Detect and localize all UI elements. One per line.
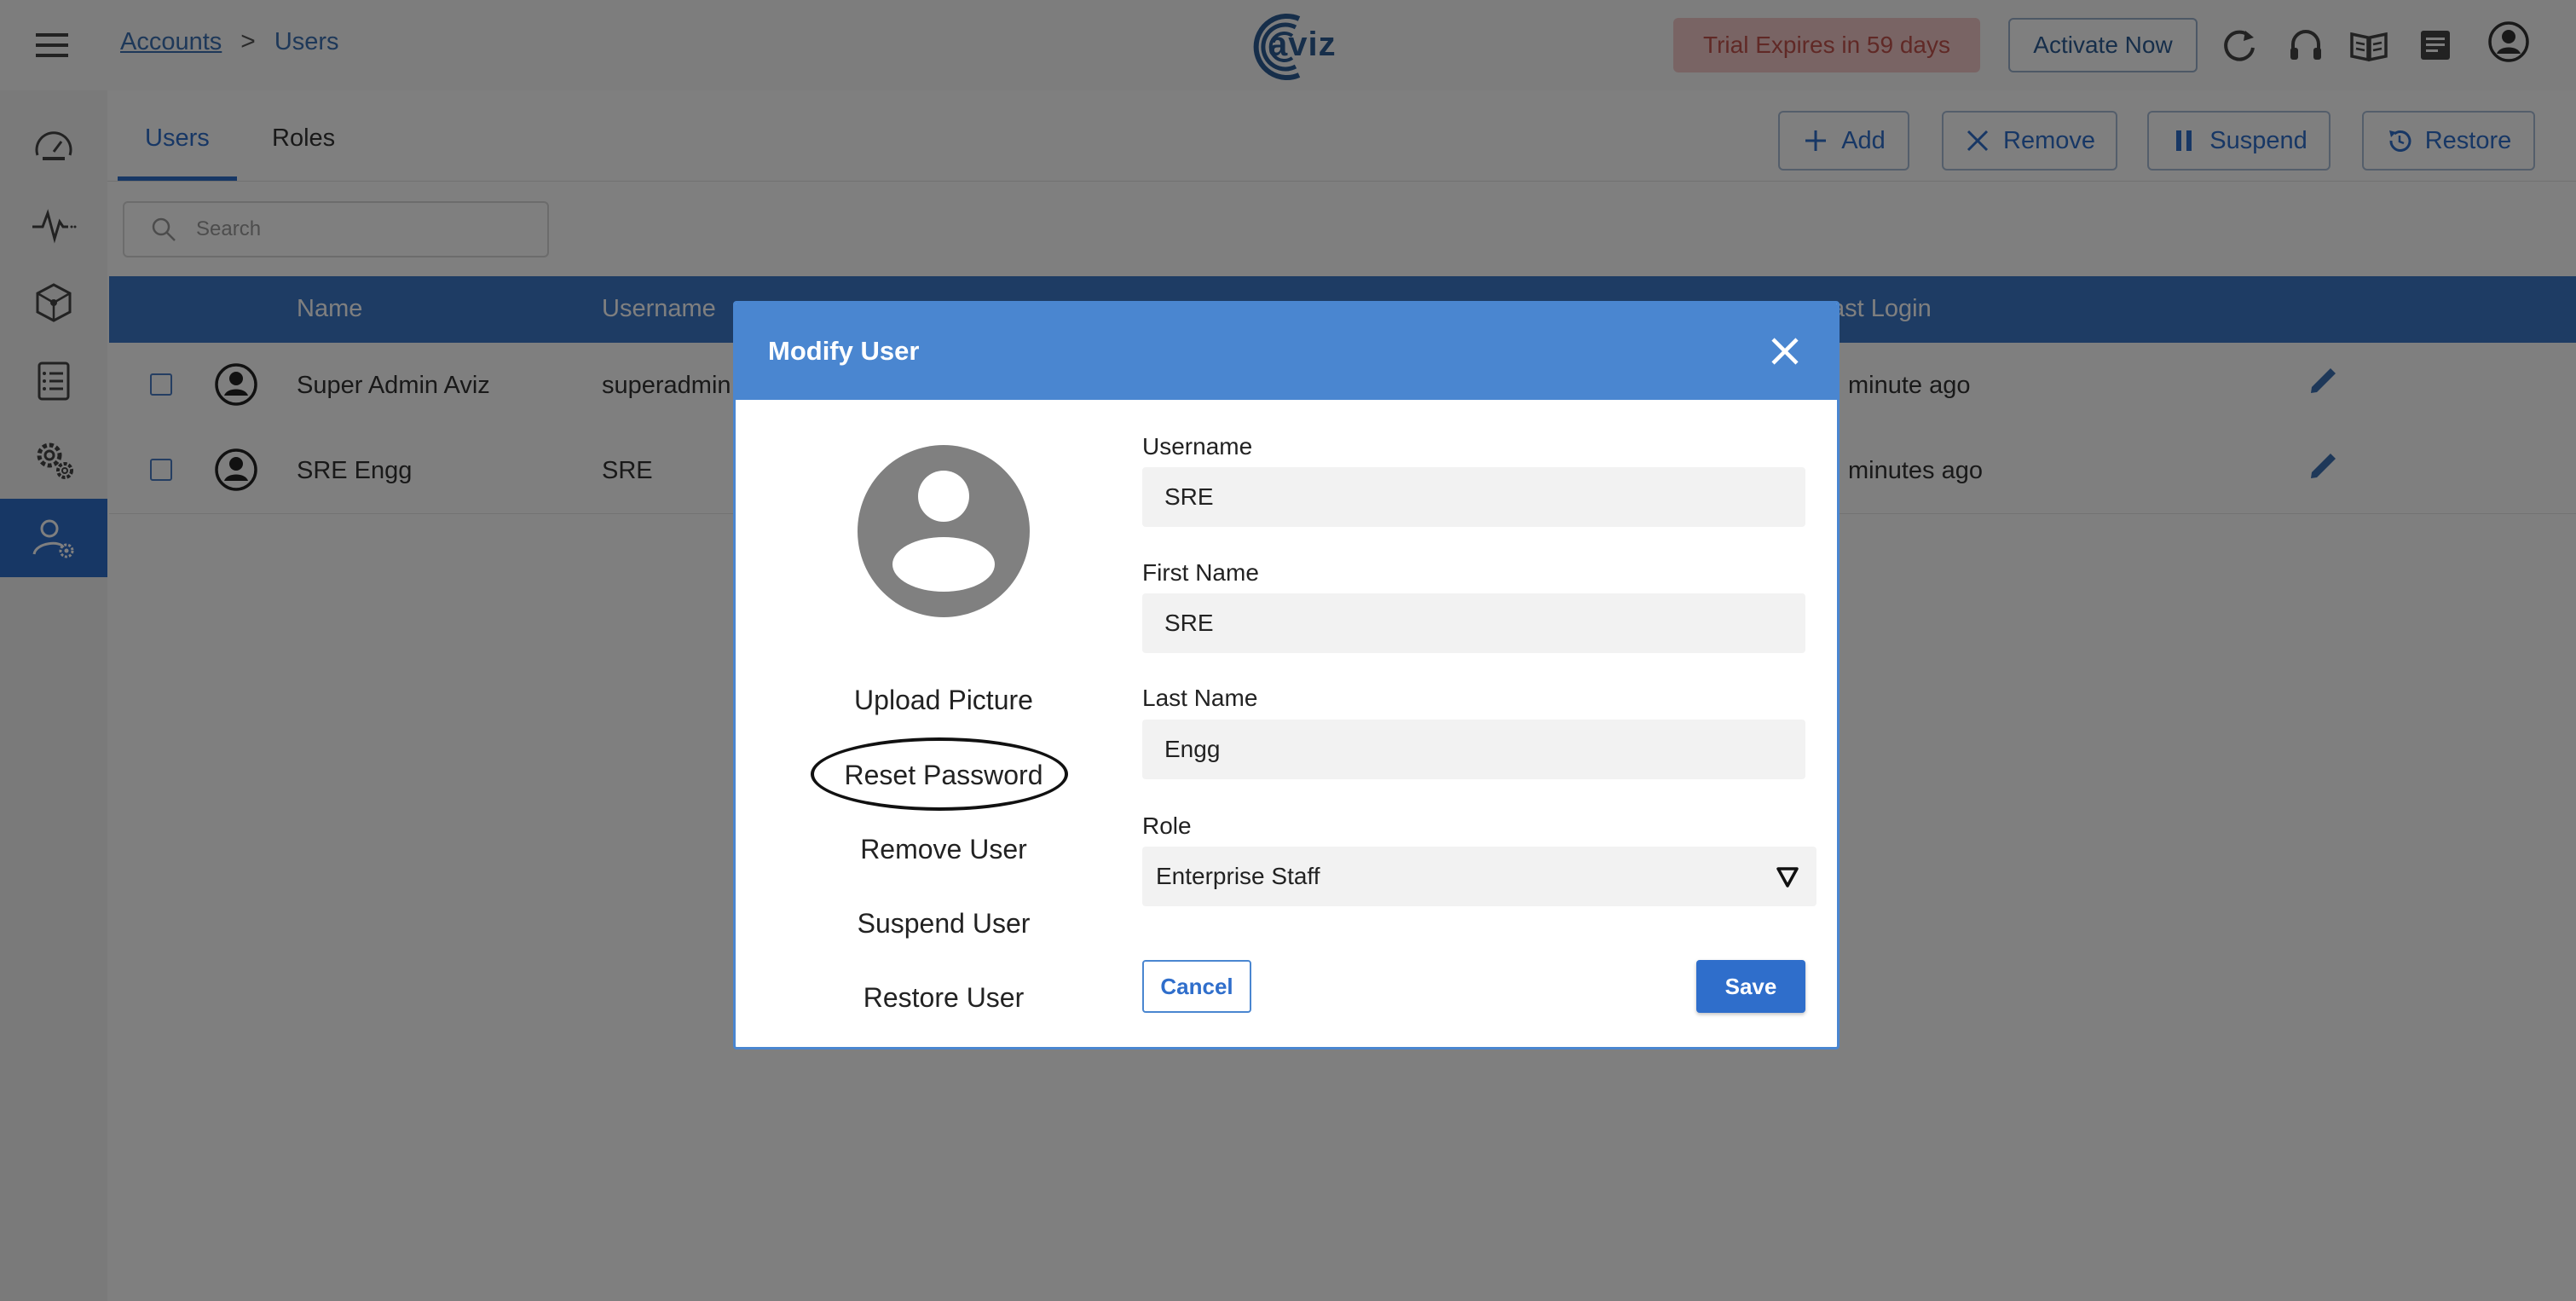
save-button[interactable]: Save — [1696, 960, 1805, 1013]
role-label: Role — [1142, 812, 1192, 839]
dropdown-triangle-icon — [1776, 867, 1799, 888]
first-name-field[interactable] — [1142, 593, 1805, 653]
dialog-header: Modify User — [736, 304, 1837, 400]
restore-user-link[interactable]: Restore User — [770, 982, 1118, 1014]
remove-user-link[interactable]: Remove User — [770, 834, 1118, 865]
last-name-field[interactable] — [1142, 720, 1805, 779]
suspend-user-link[interactable]: Suspend User — [770, 908, 1118, 940]
last-name-label: Last Name — [1142, 685, 1258, 711]
dialog-title: Modify User — [768, 336, 920, 366]
first-name-label: First Name — [1142, 559, 1259, 586]
close-icon[interactable] — [1765, 332, 1805, 371]
profile-avatar-icon — [858, 445, 1030, 617]
highlight-circle — [811, 737, 1068, 811]
username-label: Username — [1142, 433, 1253, 460]
role-select[interactable]: Enterprise Staff — [1142, 847, 1816, 906]
username-field[interactable] — [1142, 467, 1805, 527]
modify-user-dialog: Modify User Upload Picture Reset Passwor… — [733, 301, 1840, 1049]
role-selected-value: Enterprise Staff — [1156, 863, 1320, 889]
upload-picture-link[interactable]: Upload Picture — [770, 685, 1118, 716]
cancel-button[interactable]: Cancel — [1142, 960, 1251, 1013]
